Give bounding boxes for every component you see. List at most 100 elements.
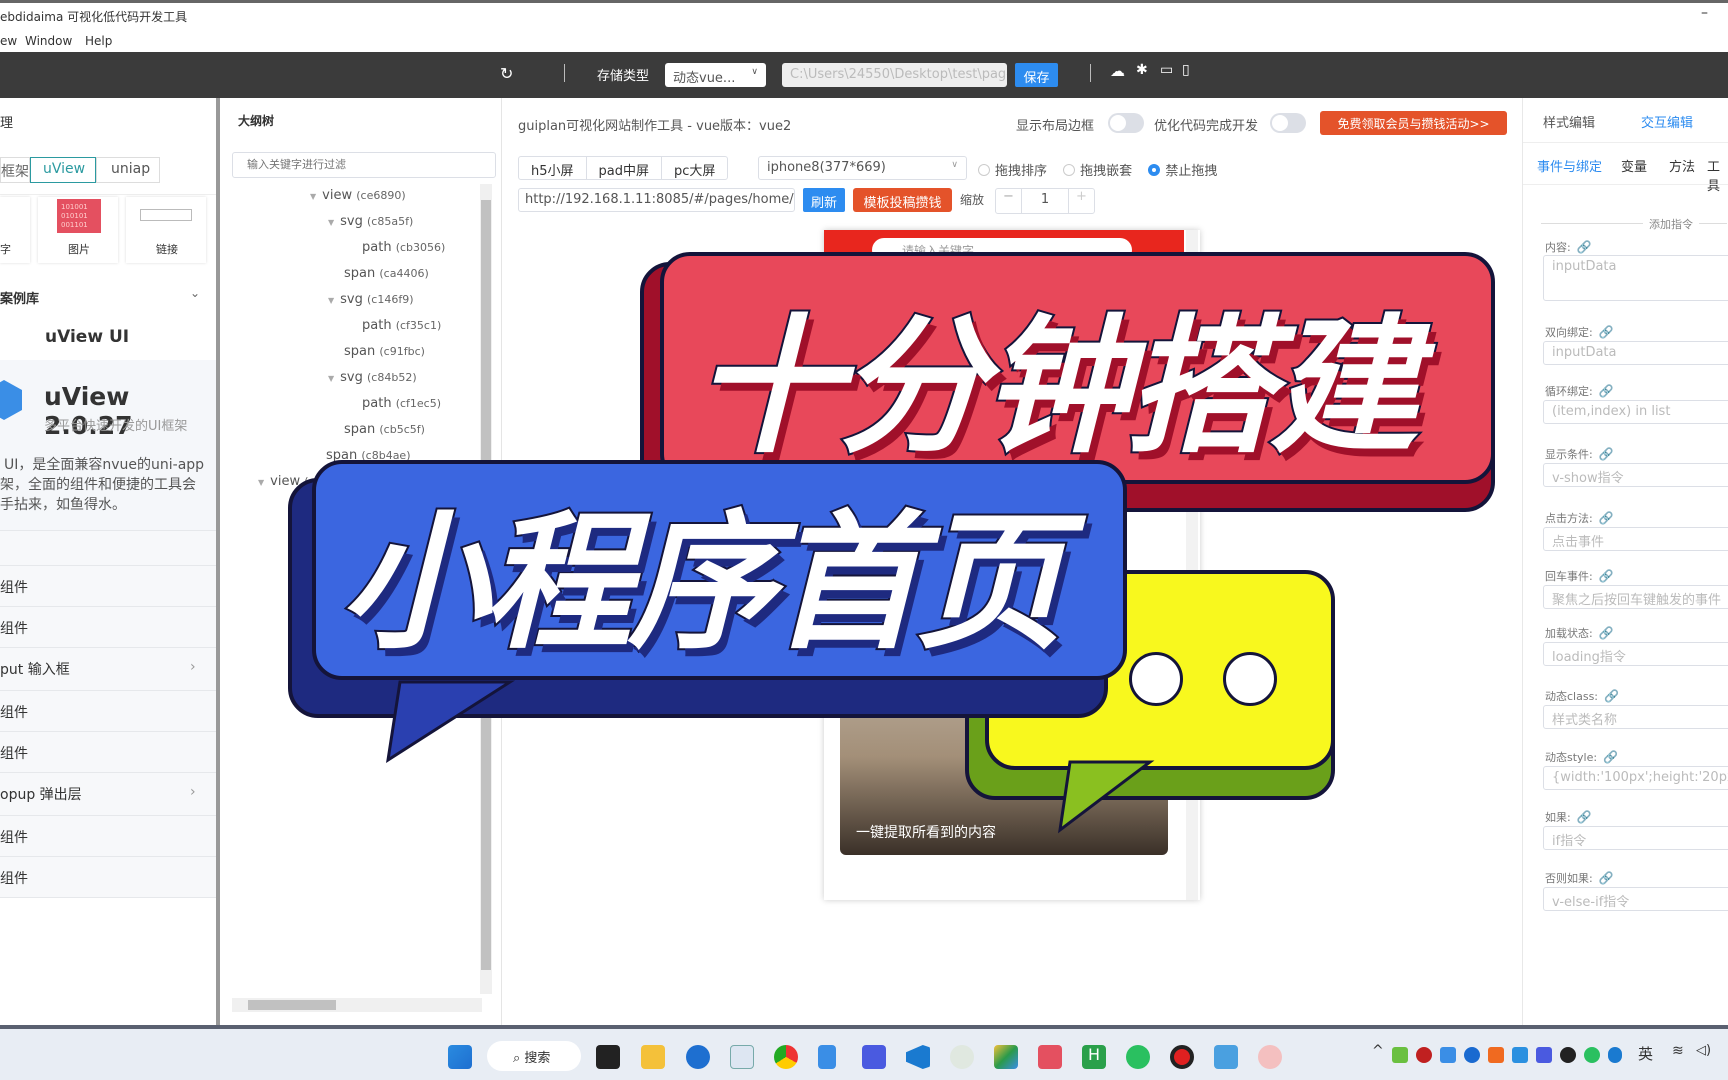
menu-help[interactable]: Help	[85, 34, 112, 48]
plus-button[interactable]: +	[1068, 189, 1094, 213]
tab-style-edit[interactable]: 样式编辑	[1543, 112, 1595, 131]
list-item[interactable]: 组件	[0, 732, 216, 773]
radio-no-drag[interactable]: 禁止拖拽	[1148, 164, 1217, 179]
tray-icon[interactable]	[1584, 1047, 1600, 1063]
link-icon[interactable]: 🔗	[1599, 626, 1614, 640]
folder-icon[interactable]: ▭	[1160, 62, 1173, 78]
task-view-icon[interactable]	[596, 1045, 620, 1069]
bluetooth-icon[interactable]	[1608, 1047, 1622, 1063]
tree-node[interactable]: path (cb3056)	[362, 240, 445, 255]
link-icon[interactable]: 🔗	[1599, 511, 1614, 525]
tree-node[interactable]: path (cf1ec5)	[362, 396, 441, 411]
bug-icon[interactable]: ✱	[1136, 62, 1148, 78]
tray-icon[interactable]	[1536, 1047, 1552, 1063]
tray-icon[interactable]	[1392, 1047, 1408, 1063]
field-input[interactable]: 样式类名称	[1543, 705, 1728, 729]
field-input[interactable]: v-else-if指令	[1543, 887, 1728, 911]
field-input[interactable]: inputData	[1543, 255, 1728, 301]
minus-button[interactable]: −	[996, 189, 1022, 213]
subtab-events[interactable]: 事件与绑定	[1537, 156, 1602, 175]
tree-node[interactable]: span (ca4406)	[344, 266, 429, 281]
field-input[interactable]: loading指令	[1543, 642, 1728, 666]
list-item[interactable]: 组件	[0, 691, 216, 732]
windows-start-icon[interactable]	[448, 1045, 472, 1069]
volume-icon[interactable]: ◁)	[1696, 1043, 1711, 1058]
tab-uview[interactable]: uView	[30, 157, 96, 183]
radio-drag-nest[interactable]: 拖拽嵌套	[1063, 164, 1132, 179]
refresh-button[interactable]: 刷新	[803, 188, 845, 212]
widget-text[interactable]: 字	[0, 197, 30, 263]
optimize-toggle[interactable]	[1270, 113, 1306, 133]
tree-node[interactable]: span (c91fbc)	[344, 344, 425, 359]
show-border-toggle[interactable]	[1108, 113, 1144, 133]
field-input[interactable]: 聚焦之后按回车键触发的事件	[1543, 585, 1728, 609]
chevron-down-icon[interactable]: ⌄	[190, 286, 200, 300]
tree-node[interactable]: path (cf35c1)	[362, 318, 441, 333]
list-item[interactable]: 组件	[0, 607, 216, 648]
link-icon[interactable]: 🔗	[1599, 569, 1614, 583]
widget-link[interactable]: 链接	[126, 197, 206, 263]
tree-node[interactable]: ▼ svg (c146f9)	[328, 292, 414, 307]
taskbar-search[interactable]: ⌕ 搜索	[487, 1041, 581, 1071]
tree-node[interactable]: ▼ svg (c85a5f)	[328, 214, 413, 229]
chrome-icon[interactable]	[774, 1045, 798, 1069]
list-item[interactable]: 组件	[0, 857, 216, 898]
tree-node[interactable]: ▼ view (ce6890)	[310, 188, 406, 203]
tray-icon[interactable]	[1512, 1047, 1528, 1063]
url-input[interactable]: http://192.168.1.11:8085/#/pages/home/in…	[518, 188, 795, 212]
menu-view[interactable]: ew	[0, 34, 17, 48]
save-button[interactable]: 保存	[1015, 63, 1058, 87]
tray-icon[interactable]	[1464, 1047, 1480, 1063]
link-icon[interactable]: 🔗	[1604, 689, 1619, 703]
record-icon[interactable]	[1170, 1045, 1194, 1069]
list-item-popup[interactable]: opup 弹出层 ›	[0, 773, 216, 816]
link-icon[interactable]: 🔗	[1599, 384, 1614, 398]
h5-screen-button[interactable]: h5小屏	[519, 157, 587, 179]
app-icon[interactable]	[994, 1045, 1018, 1069]
ime-indicator[interactable]: 英	[1638, 1043, 1653, 1064]
tree-node[interactable]: span (cb5c5f)	[344, 422, 425, 437]
horizontal-scrollbar[interactable]	[232, 998, 482, 1012]
monitor-icon[interactable]	[730, 1045, 754, 1069]
chevron-up-icon[interactable]: ^	[1372, 1043, 1384, 1059]
radio-drag-sort[interactable]: 拖拽排序	[978, 164, 1047, 179]
menu-window[interactable]: Window	[25, 34, 72, 48]
field-input[interactable]: 点击事件	[1543, 527, 1728, 551]
field-input[interactable]: v-show指令	[1543, 463, 1728, 487]
link-icon[interactable]: 🔗	[1603, 750, 1618, 764]
list-item[interactable]: 组件	[0, 566, 216, 607]
pad-screen-button[interactable]: pad中屏	[587, 157, 662, 179]
link-icon[interactable]: 🔗	[1577, 810, 1592, 824]
tree-filter-input[interactable]	[232, 152, 496, 178]
promo-button[interactable]: 免费领取会员与攒钱活动>>	[1320, 111, 1507, 135]
field-input[interactable]: (item,index) in list	[1543, 400, 1728, 424]
wifi-icon[interactable]: ≋	[1672, 1043, 1684, 1059]
notepad-icon[interactable]	[818, 1045, 836, 1069]
storage-select[interactable]: 动态vue... ∨	[665, 63, 766, 87]
widget-image[interactable]: 101001 010101 001101 图片	[38, 197, 118, 263]
tab-uniap[interactable]: uniap	[96, 157, 160, 183]
tray-icon[interactable]	[1416, 1047, 1432, 1063]
app-icon[interactable]	[686, 1045, 710, 1069]
zoom-value[interactable]: 1	[1022, 189, 1068, 213]
list-item[interactable]: 组件	[0, 816, 216, 857]
tab-framework[interactable]: 框架	[0, 157, 30, 183]
minimize-button[interactable]: –	[1701, 5, 1708, 21]
wechat-icon[interactable]	[1126, 1045, 1150, 1069]
webdidaima-icon[interactable]	[1038, 1045, 1062, 1069]
app-icon[interactable]	[1258, 1045, 1282, 1069]
path-input[interactable]: C:\Users\24550\Desktop\test\page	[782, 63, 1007, 87]
subtab-variables[interactable]: 变量	[1621, 156, 1647, 175]
tree-node[interactable]: ▼ svg (c84b52)	[328, 370, 417, 385]
list-item-input[interactable]: put 输入框 ›	[0, 648, 216, 691]
hbuilder-icon[interactable]: H	[1082, 1045, 1106, 1069]
tray-icon[interactable]	[1440, 1047, 1456, 1063]
link-icon[interactable]: 🔗	[1599, 871, 1614, 885]
file-explorer-icon[interactable]	[641, 1045, 665, 1069]
field-input[interactable]: if指令	[1543, 826, 1728, 850]
pc-screen-button[interactable]: pc大屏	[662, 157, 727, 179]
field-input[interactable]: {width:'100px';height:'20px;'}	[1543, 766, 1728, 790]
field-input[interactable]: inputData	[1543, 341, 1728, 365]
subtab-tools[interactable]: 工具	[1707, 156, 1728, 194]
vscode-icon[interactable]	[906, 1045, 930, 1069]
